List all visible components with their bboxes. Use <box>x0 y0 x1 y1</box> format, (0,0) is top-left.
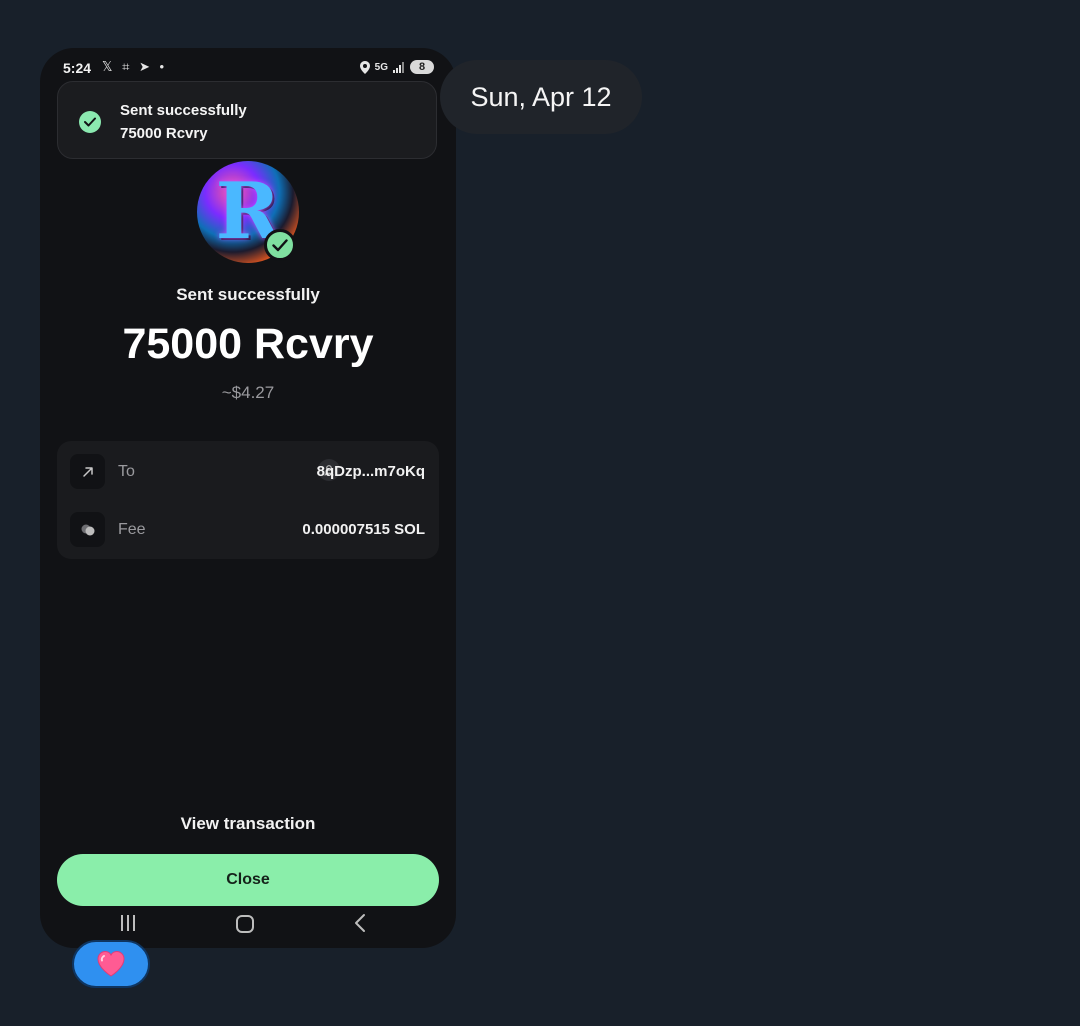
home-icon[interactable] <box>236 915 254 933</box>
recents-icon[interactable] <box>119 914 137 932</box>
recipient-label: To <box>118 463 135 480</box>
signal-icon <box>393 61 404 73</box>
sent-amount: 75000 Rcvry <box>122 320 374 368</box>
fee-label: Fee <box>118 521 146 538</box>
transaction-details-card: To 8qDzp...m7oKq Fee 0.000007515 SOL <box>57 441 439 559</box>
status-right-icons: 5G 8 <box>359 59 434 75</box>
success-toast[interactable]: Sent successfully 75000 Rcvry <box>57 81 437 159</box>
status-time: 5:24 <box>63 60 92 76</box>
sent-status-label: Sent successfully <box>176 285 320 304</box>
close-button[interactable]: Close <box>57 854 439 906</box>
chat-date-badge: Sun, Apr 12 <box>440 60 642 134</box>
heart-icon <box>97 950 125 977</box>
toast-amount: 75000 Rcvry <box>120 125 208 142</box>
fee-value: 0.000007515 SOL <box>302 521 425 538</box>
phone-screenshot: 5:24 𝕏 ⌗ ➤ • 5G 8 Sent successfully 7500… <box>40 48 456 948</box>
fee-row: Fee 0.000007515 SOL <box>57 512 439 552</box>
arrow-up-right-icon <box>70 454 105 489</box>
recipient-row[interactable]: To 8qDzp...m7oKq <box>57 454 439 494</box>
recipient-address[interactable]: 8qDzp...m7oKq <box>317 463 425 480</box>
heart-reaction[interactable] <box>72 940 150 988</box>
check-circle-icon <box>79 111 101 133</box>
verified-check-icon <box>264 229 296 261</box>
android-nav-bar <box>40 908 456 942</box>
battery-indicator: 8 <box>410 60 434 74</box>
back-icon[interactable] <box>354 913 366 933</box>
location-icon <box>359 60 370 74</box>
view-transaction-link[interactable]: View transaction <box>40 814 456 834</box>
network-type: 5G <box>374 61 388 73</box>
coins-icon <box>70 512 105 547</box>
notification-icons: 𝕏 ⌗ ➤ • <box>102 59 168 74</box>
toast-title: Sent successfully <box>120 102 247 119</box>
fiat-estimate: ~$4.27 <box>221 383 275 402</box>
